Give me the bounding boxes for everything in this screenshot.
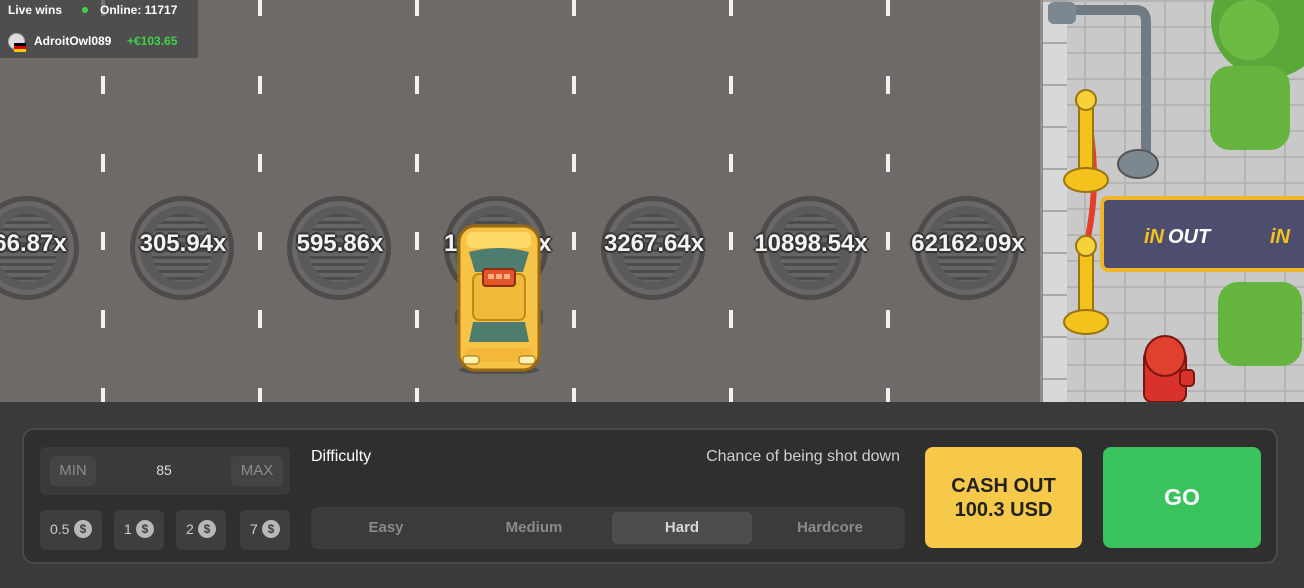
min-bet-button[interactable]: MIN bbox=[50, 456, 96, 486]
lane-divider bbox=[258, 0, 262, 402]
svg-text:OUT: OUT bbox=[1168, 226, 1212, 248]
cash-out-label: CASH OUT bbox=[951, 474, 1056, 497]
chip-value: 7 bbox=[250, 521, 258, 537]
difficulty-option-easy[interactable]: Easy bbox=[316, 512, 456, 544]
multiplier-label: 305.94x bbox=[139, 230, 227, 257]
bet-amount-input[interactable]: 85 bbox=[140, 462, 188, 478]
sidewalk-scenery: iN OUT iN bbox=[1048, 0, 1304, 402]
difficulty-option-hard[interactable]: Hard bbox=[612, 512, 752, 544]
lane-divider bbox=[572, 0, 576, 402]
go-button[interactable]: GO bbox=[1103, 447, 1261, 548]
lane-divider bbox=[886, 0, 890, 402]
game-road: 66.87x 305.94x 595.86x 1x 3267.64x 10898… bbox=[0, 0, 1044, 402]
germany-flag-icon bbox=[14, 43, 26, 52]
difficulty-option-medium[interactable]: Medium bbox=[464, 512, 604, 544]
taxi-car bbox=[455, 224, 543, 374]
chance-label: Chance of being shot down bbox=[706, 448, 900, 465]
difficulty-option-hardcore[interactable]: Hardcore bbox=[760, 512, 900, 544]
multiplier-label: 62162.09x bbox=[911, 230, 1025, 257]
dollar-coin-icon: $ bbox=[198, 520, 216, 538]
multiplier-label: 66.87x bbox=[0, 230, 67, 257]
street-lamp-icon bbox=[1048, 2, 1076, 24]
lane-divider bbox=[415, 0, 419, 402]
multiplier-label: 10898.54x bbox=[754, 230, 868, 257]
cash-out-button[interactable]: CASH OUT 100.3 USD bbox=[925, 447, 1082, 548]
chip-value: 0.5 bbox=[50, 521, 70, 537]
bush-icon bbox=[1210, 66, 1290, 150]
chip-button-0.5[interactable]: 0.5 $ bbox=[40, 510, 102, 550]
live-wins-panel: Live wins Online: 11717 AdroitOwl089 +€1… bbox=[0, 0, 198, 58]
multiplier-label: 595.86x bbox=[296, 230, 384, 257]
cash-out-amount: 100.3 USD bbox=[954, 498, 1053, 521]
live-wins-title: Live wins bbox=[8, 3, 63, 17]
dollar-coin-icon: $ bbox=[136, 520, 154, 538]
chip-button-1[interactable]: 1 $ bbox=[114, 510, 164, 550]
online-status-dot bbox=[82, 7, 88, 13]
svg-text:iN: iN bbox=[1144, 226, 1165, 248]
lane-divider bbox=[101, 0, 105, 402]
winner-username: AdroitOwl089 bbox=[34, 34, 112, 48]
dollar-coin-icon: $ bbox=[74, 520, 92, 538]
chip-value: 1 bbox=[124, 521, 132, 537]
chip-button-2[interactable]: 2 $ bbox=[176, 510, 226, 550]
difficulty-label: Difficulty bbox=[311, 448, 372, 465]
max-bet-button[interactable]: MAX bbox=[231, 456, 283, 486]
chip-value: 2 bbox=[186, 521, 194, 537]
lane-divider bbox=[729, 0, 733, 402]
win-amount: +€103.65 bbox=[127, 34, 178, 48]
svg-text:iN: iN bbox=[1270, 226, 1291, 248]
bush-icon bbox=[1218, 282, 1302, 366]
chip-button-7[interactable]: 7 $ bbox=[240, 510, 290, 550]
online-count: Online: 11717 bbox=[100, 3, 178, 17]
dollar-coin-icon: $ bbox=[262, 520, 280, 538]
multiplier-label: 3267.64x bbox=[603, 230, 705, 257]
